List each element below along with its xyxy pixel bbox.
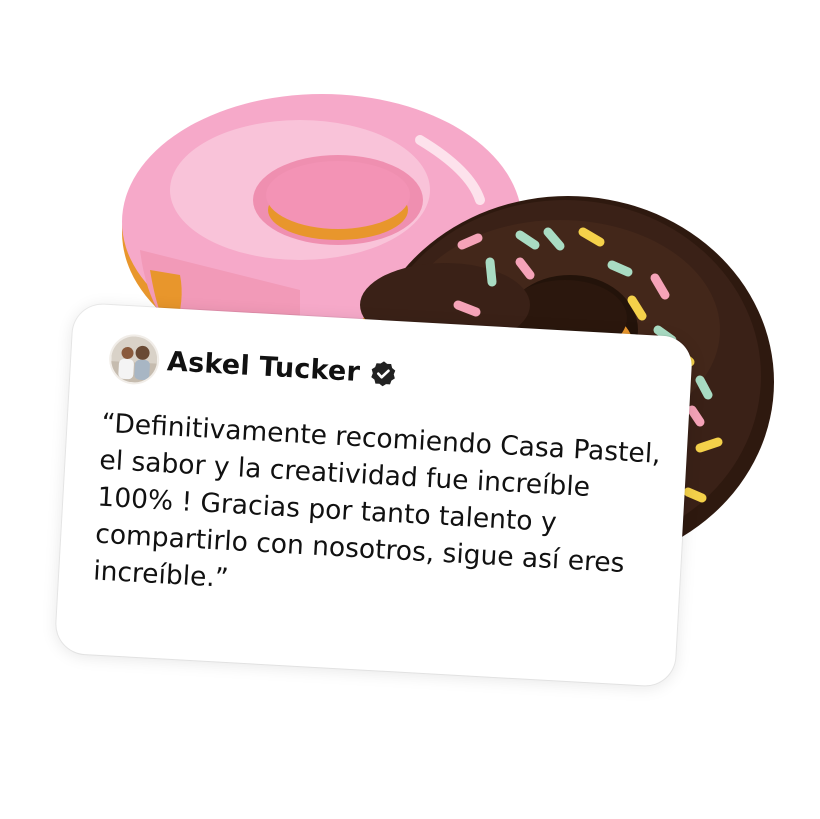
testimonial-header: Askel Tucker [109, 335, 398, 397]
verified-badge-icon [369, 359, 397, 387]
avatar [109, 335, 159, 384]
testimonial-card: Askel Tucker “Definitivamente recomiendo… [54, 302, 694, 688]
author-name: Askel Tucker [166, 345, 361, 388]
couple-photo-avatar [109, 335, 159, 384]
testimonial-quote: “Definitivamente recomiendo Casa Pastel,… [92, 407, 662, 594]
